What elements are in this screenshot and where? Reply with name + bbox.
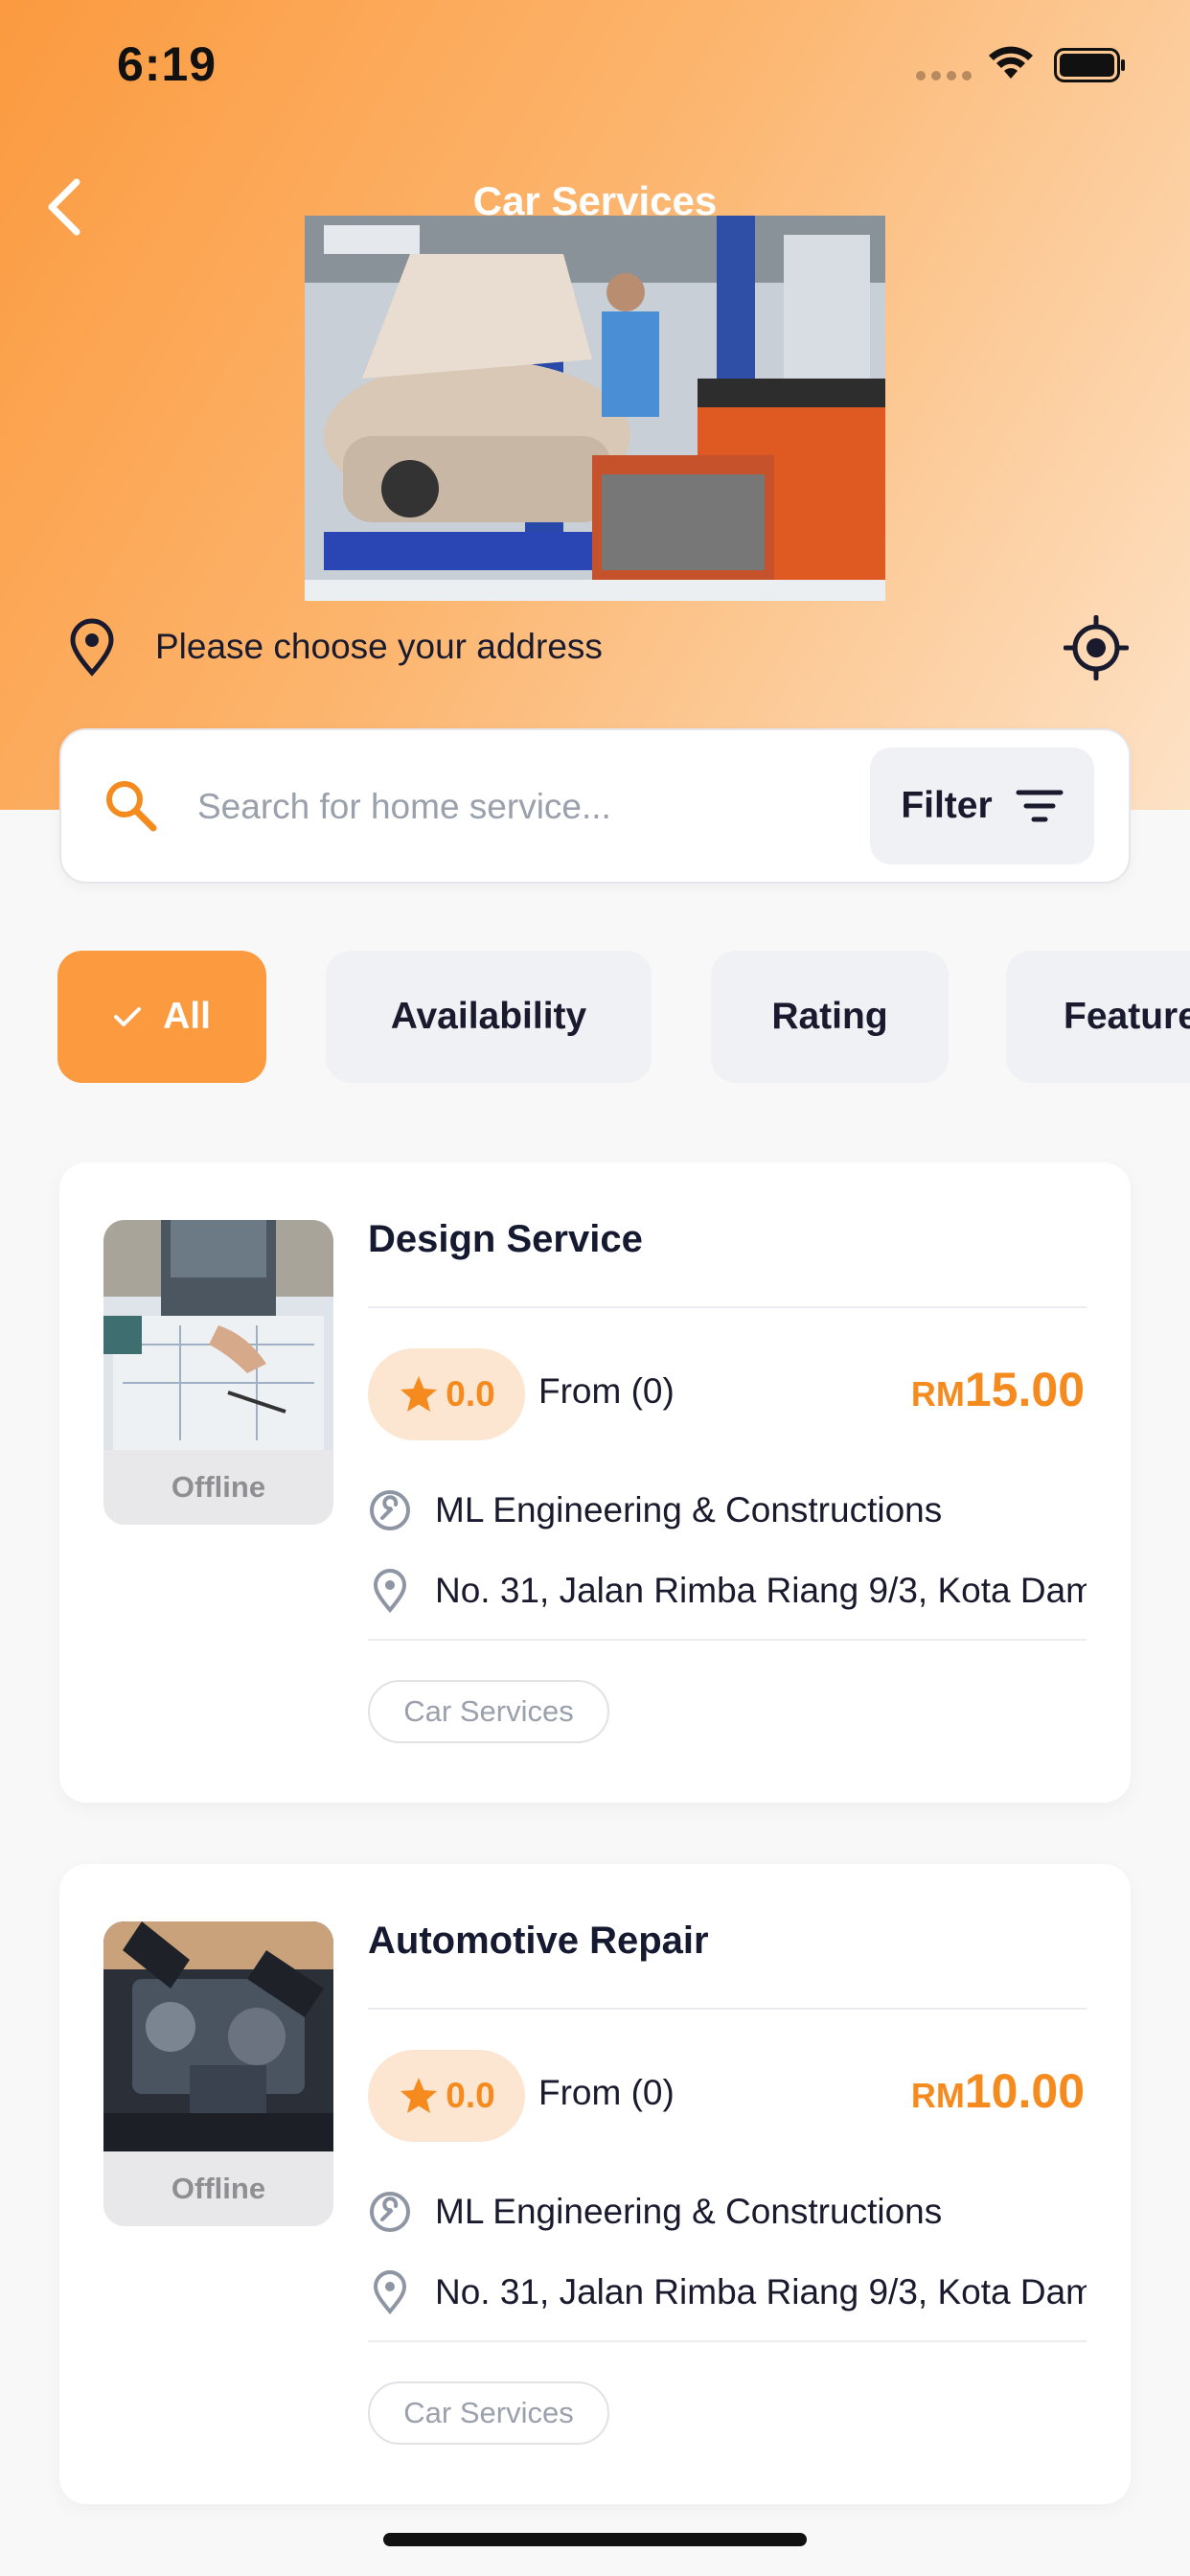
wrench-icon: [370, 2192, 410, 2232]
rating-value: 0.0: [446, 1374, 495, 1414]
chip-label: All: [163, 996, 211, 1037]
signal-icon: [916, 71, 972, 80]
rating-badge: 0.0: [368, 1348, 525, 1440]
page-title: Car Services: [472, 178, 718, 223]
status-badge: Offline: [171, 2172, 266, 2205]
home-indicator: [383, 2533, 807, 2546]
provider-row: ML Engineering & Constructions: [368, 2184, 1087, 2238]
pin-icon: [70, 618, 114, 677]
service-price: RM15.00: [911, 1362, 1085, 1417]
status-badge: Offline: [171, 1470, 266, 1504]
search-bar: Filter: [59, 728, 1131, 884]
check-icon: [114, 1007, 142, 1026]
address-row: No. 31, Jalan Rimba Riang 9/3, Kota Dama…: [368, 2265, 1087, 2318]
price-amount: 10.00: [964, 2064, 1085, 2118]
divider: [368, 1306, 1087, 1308]
chip-features[interactable]: Features: [1006, 951, 1190, 1083]
battery-icon: [1054, 48, 1125, 82]
service-title: Design Service: [368, 1218, 643, 1260]
category-tag[interactable]: Car Services: [368, 1680, 609, 1743]
service-address: No. 31, Jalan Rimba Riang 9/3, Kota Dama…: [435, 1571, 1087, 1610]
status-bar: 6:19: [0, 0, 1190, 125]
price-currency: RM: [910, 2076, 965, 2115]
service-title: Automotive Repair: [368, 1920, 709, 1962]
address-selector[interactable]: Please choose your address: [65, 613, 1129, 680]
address-text: Please choose your address: [155, 627, 603, 666]
service-card[interactable]: Offline Design Service 0.0 From (0) RM15…: [59, 1162, 1131, 1803]
filter-label: Filter: [901, 785, 993, 826]
price-currency: RM: [910, 1374, 965, 1414]
provider-row: ML Engineering & Constructions: [368, 1483, 1087, 1536]
car-service-banner-image: [305, 216, 885, 601]
divider: [368, 1639, 1087, 1641]
star-icon: [400, 1376, 438, 1412]
chip-rating[interactable]: Rating: [711, 951, 949, 1083]
star-icon: [400, 2078, 438, 2113]
chip-label: Availability: [390, 996, 587, 1037]
filter-icon: [1016, 790, 1064, 822]
review-count: From (0): [538, 1371, 675, 1411]
provider-name: ML Engineering & Constructions: [435, 2192, 943, 2231]
chip-label: Features: [1064, 996, 1190, 1037]
provider-name: ML Engineering & Constructions: [435, 1490, 943, 1530]
rating-badge: 0.0: [368, 2050, 525, 2142]
divider: [368, 2340, 1087, 2342]
status-time: 6:19: [117, 37, 217, 91]
locate-icon[interactable]: [1064, 615, 1129, 680]
chip-all[interactable]: All: [57, 951, 266, 1083]
service-price: RM10.00: [911, 2063, 1085, 2119]
category-tag[interactable]: Car Services: [368, 2381, 609, 2445]
service-card[interactable]: Offline Automotive Repair 0.0 From (0) R…: [59, 1864, 1131, 2504]
rating-value: 0.0: [446, 2076, 495, 2115]
service-thumbnail: Offline: [103, 1220, 333, 1525]
filter-button[interactable]: Filter: [870, 748, 1094, 864]
service-address: No. 31, Jalan Rimba Riang 9/3, Kota Dama…: [435, 2272, 1087, 2312]
chip-label: Rating: [771, 996, 888, 1037]
wifi-icon: [989, 46, 1033, 79]
review-count: From (0): [538, 2073, 675, 2112]
location-icon: [373, 2270, 407, 2314]
engine-repair-image: [103, 1921, 333, 2151]
filter-chips: All Availability Rating Features: [57, 951, 1190, 1083]
divider: [368, 2008, 1087, 2010]
price-amount: 15.00: [964, 1363, 1085, 1416]
search-icon: [106, 781, 157, 832]
service-thumbnail: Offline: [103, 1921, 333, 2226]
blueprint-desk-image: [103, 1220, 333, 1450]
chip-availability[interactable]: Availability: [326, 951, 652, 1083]
location-icon: [373, 1569, 407, 1613]
search-input[interactable]: [197, 776, 906, 838]
wrench-icon: [370, 1490, 410, 1530]
address-row: No. 31, Jalan Rimba Riang 9/3, Kota Dama…: [368, 1563, 1087, 1617]
